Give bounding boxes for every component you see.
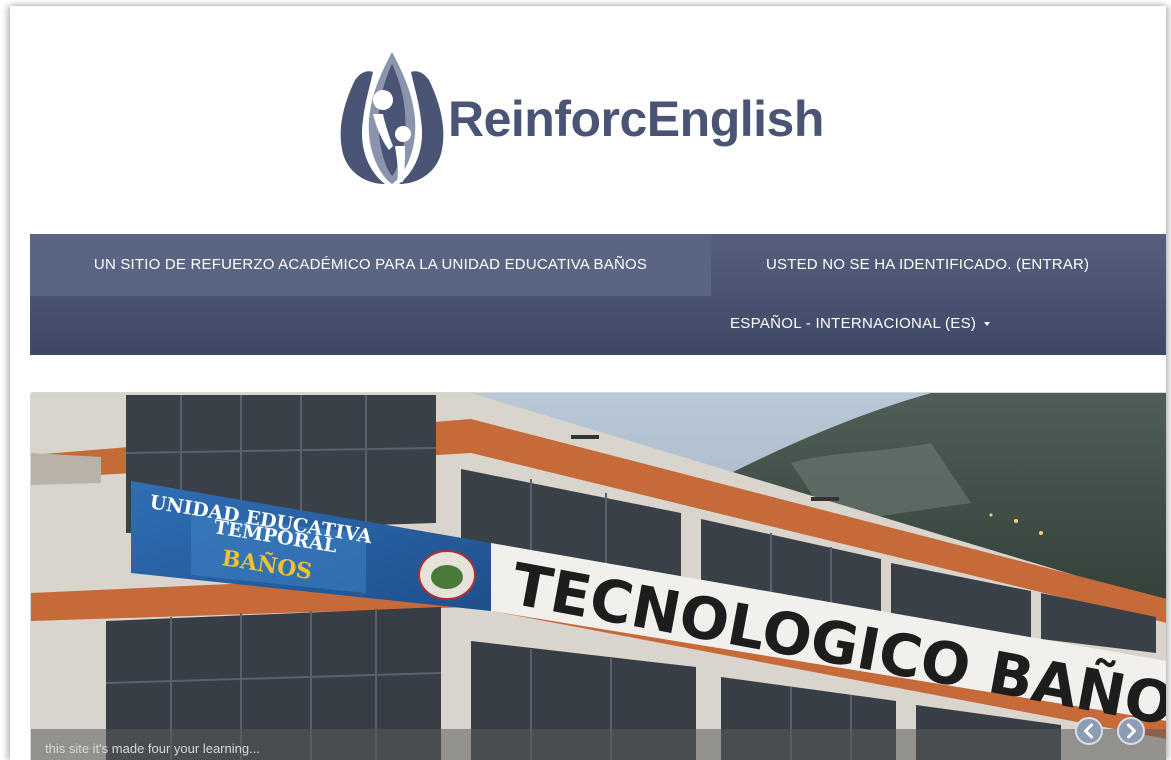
site-tagline-link[interactable]: UN SITIO DE REFUERZO ACADÉMICO PARA LA U…: [30, 234, 711, 296]
water-drop-people-logo-icon[interactable]: [337, 50, 447, 186]
brand-name[interactable]: ReinforcEnglish: [448, 94, 824, 144]
slider-prev-button[interactable]: [1075, 717, 1103, 745]
chevron-right-icon: [1127, 723, 1136, 739]
slide-caption: this site it's made four your learning..…: [45, 741, 260, 756]
language-label: ESPAÑOL - INTERNACIONAL (ES): [730, 315, 977, 332]
image-slider[interactable]: UNIDAD EDUCATIVA TEMPORAL BAÑOS TECNOLOG…: [30, 392, 1166, 760]
header-logo-area: ReinforcEnglish: [10, 6, 1166, 234]
login-link[interactable]: USTED NO SE HA IDENTIFICADO. (ENTRAR): [766, 234, 1089, 296]
slide-caption-bar: this site it's made four your learning..…: [31, 729, 1166, 760]
caret-down-icon: [983, 322, 990, 327]
slide-image: UNIDAD EDUCATIVA TEMPORAL BAÑOS TECNOLOG…: [31, 393, 1166, 760]
language-menu[interactable]: ESPAÑOL - INTERNACIONAL (ES): [730, 296, 990, 352]
slider-next-button[interactable]: [1117, 717, 1145, 745]
page: ReinforcEnglish UN SITIO DE REFUERZO ACA…: [10, 6, 1166, 760]
chevron-left-icon: [1084, 723, 1093, 739]
top-navbar: UN SITIO DE REFUERZO ACADÉMICO PARA LA U…: [30, 234, 1166, 355]
